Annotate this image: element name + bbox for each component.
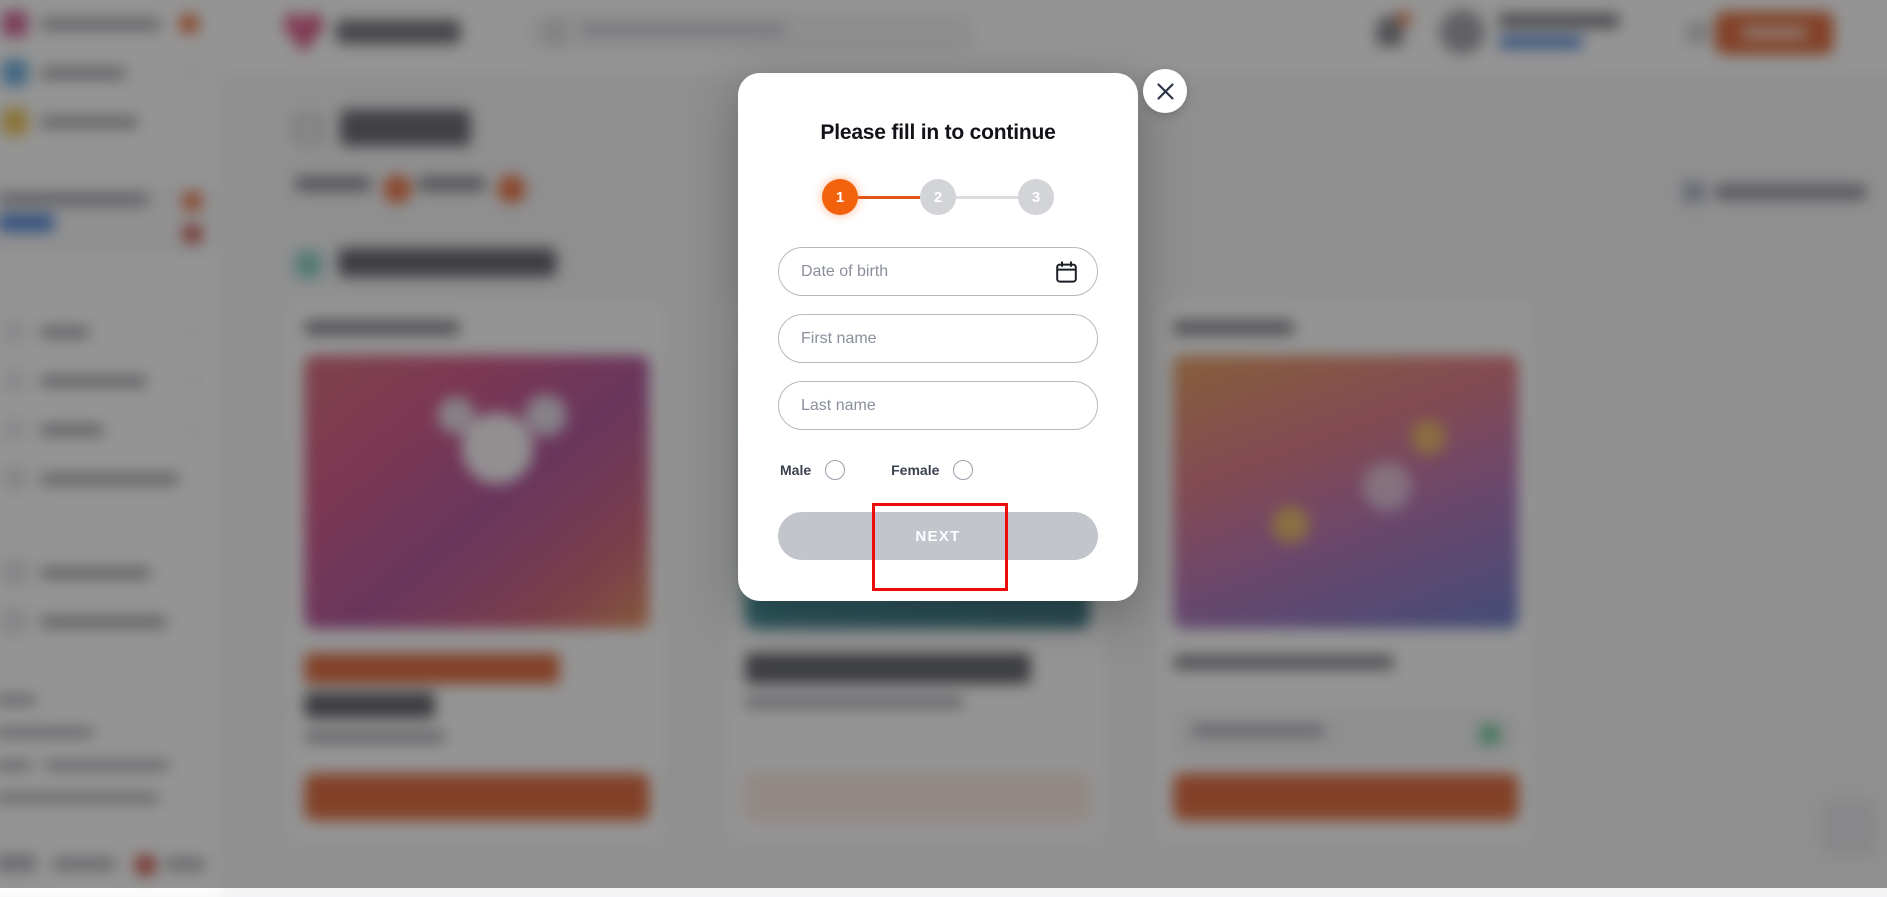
gender-female-radio[interactable]: [953, 460, 973, 480]
step-indicator: 1 2 3: [778, 179, 1098, 215]
page-title: Please fill in to continue: [778, 121, 1098, 145]
calendar-icon[interactable]: [1056, 261, 1077, 283]
gender-female-label: Female: [891, 462, 939, 478]
gender-male-radio[interactable]: [825, 460, 845, 480]
first-name-input[interactable]: [801, 330, 1075, 348]
first-name-field[interactable]: [778, 314, 1098, 363]
step-1-dot[interactable]: 1: [822, 179, 858, 215]
next-button[interactable]: NEXT: [778, 512, 1098, 560]
last-name-input[interactable]: [801, 397, 1075, 415]
close-icon: [1156, 82, 1175, 101]
gender-male-label: Male: [780, 462, 811, 478]
step-connector-2-3: [956, 196, 1018, 199]
date-of-birth-field[interactable]: [778, 247, 1098, 296]
last-name-field[interactable]: [778, 381, 1098, 430]
close-button[interactable]: [1143, 69, 1187, 113]
step-2-dot[interactable]: 2: [920, 179, 956, 215]
registration-modal: Please fill in to continue 1 2 3 Male Fe…: [738, 73, 1138, 601]
step-connector-1-2: [858, 196, 920, 199]
step-3-dot[interactable]: 3: [1018, 179, 1054, 215]
gender-selector: Male Female: [778, 460, 1098, 480]
date-of-birth-input[interactable]: [801, 263, 1075, 281]
